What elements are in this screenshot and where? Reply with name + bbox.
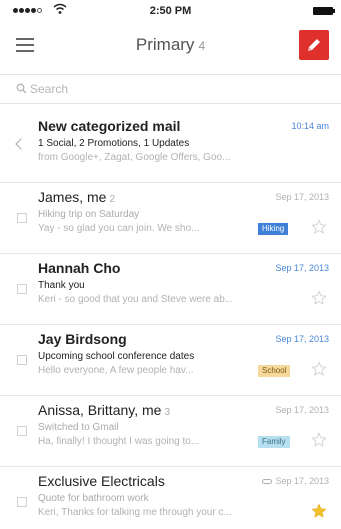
mail-list: New categorized mail 10:14 am 1 Social, … bbox=[0, 112, 341, 529]
mail-sender: James, me 2 bbox=[38, 189, 116, 205]
mail-subject: Upcoming school conference dates bbox=[38, 351, 195, 362]
search-bar bbox=[0, 74, 341, 104]
list-item[interactable]: Anissa, Brittany, me 3 Sep 17, 2013 Switc… bbox=[0, 396, 341, 467]
select-checkbox[interactable] bbox=[17, 355, 27, 365]
attachment-icon bbox=[262, 479, 273, 485]
mail-sender: Exclusive Electricals bbox=[38, 473, 165, 489]
status-time: 2:50 PM bbox=[149, 5, 192, 17]
mail-subject: Hiking trip on Saturday bbox=[38, 209, 140, 220]
app-header: Primary 4 bbox=[0, 22, 341, 70]
mail-snippet: Yay - so glad you can join. We sho... bbox=[38, 223, 200, 234]
mail-subject: Quote for bathroom work bbox=[38, 493, 149, 504]
label-badge: Family bbox=[258, 436, 290, 448]
list-item[interactable]: New categorized mail 10:14 am 1 Social, … bbox=[0, 112, 341, 183]
mail-snippet: Ha, finally! I thought I was going to... bbox=[38, 436, 200, 447]
mail-snippet: Keri, Thanks for talking me through your… bbox=[38, 507, 232, 518]
star-icon[interactable] bbox=[311, 219, 327, 235]
mail-subject: Thank you bbox=[38, 280, 85, 291]
select-checkbox[interactable] bbox=[17, 213, 27, 223]
mail-subject: Switched to Gmail bbox=[38, 422, 119, 433]
mail-date: Sep 17, 2013 bbox=[275, 405, 329, 415]
list-item[interactable]: Hannah Cho Sep 17, 2013 Thank you Keri -… bbox=[0, 254, 341, 325]
status-bar: 2:50 PM bbox=[0, 0, 341, 22]
compose-icon bbox=[308, 39, 320, 51]
thread-count: 2 bbox=[109, 194, 116, 205]
battery-icon bbox=[313, 7, 335, 15]
mail-date: Sep 17, 2013 bbox=[275, 334, 329, 344]
list-item[interactable]: Jay Birdsong Sep 17, 2013 Upcoming schoo… bbox=[0, 325, 341, 396]
chevron-left-icon[interactable] bbox=[15, 138, 27, 150]
mailbox-title: Primary bbox=[135, 35, 195, 54]
star-icon[interactable] bbox=[311, 503, 327, 519]
label-badge: Hiking bbox=[258, 223, 289, 235]
mail-snippet: from Google+, Zagat, Google Offers, Goo.… bbox=[38, 152, 231, 163]
mail-date: 10:14 am bbox=[291, 121, 329, 131]
search-icon bbox=[16, 83, 27, 94]
star-icon[interactable] bbox=[311, 361, 327, 377]
compose-button[interactable] bbox=[299, 30, 329, 60]
mail-date: Sep 17, 2013 bbox=[262, 476, 329, 486]
mail-subject: 1 Social, 2 Promotions, 1 Updates bbox=[38, 138, 190, 149]
mail-snippet: Keri - so good that you and Steve were a… bbox=[38, 294, 234, 305]
select-checkbox[interactable] bbox=[17, 497, 27, 507]
list-item[interactable]: James, me 2 Sep 17, 2013 Hiking trip on S… bbox=[0, 183, 341, 254]
select-checkbox[interactable] bbox=[17, 426, 27, 436]
search-input[interactable] bbox=[30, 80, 310, 98]
select-checkbox[interactable] bbox=[17, 284, 27, 294]
mail-snippet: Hello everyone, A few people hav... bbox=[38, 365, 194, 376]
mail-date: Sep 17, 2013 bbox=[275, 192, 329, 202]
mail-date: Sep 17, 2013 bbox=[275, 263, 329, 273]
star-icon[interactable] bbox=[311, 290, 327, 306]
star-icon[interactable] bbox=[311, 432, 327, 448]
mail-sender: Hannah Cho bbox=[38, 260, 121, 276]
mail-sender: New categorized mail bbox=[38, 118, 181, 134]
thread-count: 3 bbox=[164, 407, 171, 418]
list-item[interactable]: Exclusive Electricals Sep 17, 2013 Quote… bbox=[0, 467, 341, 529]
mail-sender: Jay Birdsong bbox=[38, 331, 127, 347]
mail-sender: Anissa, Brittany, me 3 bbox=[38, 402, 171, 418]
label-badge: School bbox=[258, 365, 291, 377]
unread-count: 4 bbox=[198, 39, 206, 53]
page-title: Primary 4 bbox=[0, 35, 341, 55]
